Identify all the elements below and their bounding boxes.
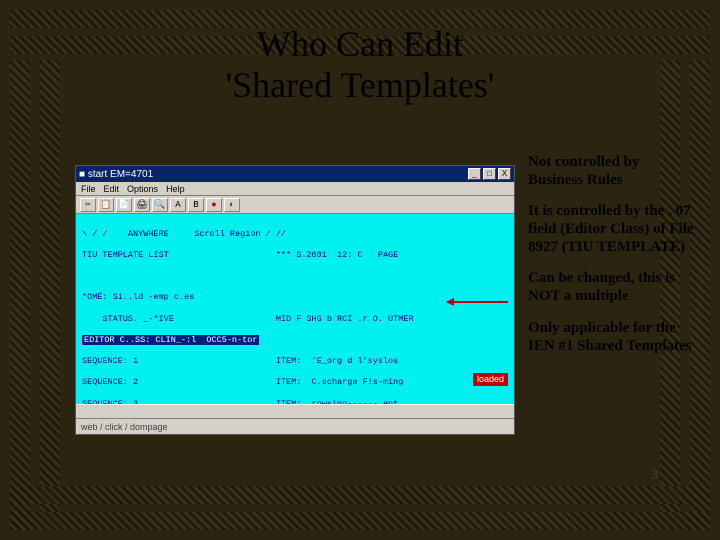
- terminal-line: SEQUENCE: 1 ITEM: 'E_org d l'syslos: [82, 356, 508, 367]
- title-line-1: Who Can Edit: [0, 24, 720, 65]
- terminal-line-highlighted: EDITOR C..SS: CLIN_-:l OCC5-n-tor: [82, 335, 508, 346]
- menu-file[interactable]: File: [81, 184, 96, 194]
- slide-title: Who Can Edit 'Shared Templates': [0, 24, 720, 107]
- cut-icon[interactable]: ✂: [80, 198, 96, 212]
- terminal-line: SEQUENCE: 2 ITEM: C.scharge F!s-ming: [82, 377, 508, 388]
- close-icon[interactable]: X: [498, 168, 511, 180]
- print-icon[interactable]: 🖨: [134, 198, 150, 212]
- bullet-item: Only applicable for the IEN #1 Shared Te…: [528, 320, 696, 355]
- title-line-2: 'Shared Templates': [0, 65, 720, 106]
- window-title: ■ start EM=4701: [79, 169, 153, 180]
- terminal-area: \ / / ANYWHERE Scroll Region / // TIU TE…: [76, 214, 514, 404]
- maximize-icon[interactable]: □: [483, 168, 496, 180]
- window-titlebar: ■ start EM=4701 _ □ X: [76, 166, 514, 182]
- callout-arrow: [446, 298, 508, 306]
- record-icon[interactable]: ●: [206, 198, 222, 212]
- window-statusbar-upper: [76, 404, 514, 418]
- bullet-list: Not controlled by Business Rules It is c…: [528, 154, 696, 369]
- find-icon[interactable]: 🔍: [152, 198, 168, 212]
- status-text: web / click / dompage: [81, 422, 168, 432]
- bullet-item: Can be changed, this is NOT a multiple: [528, 270, 696, 305]
- embedded-screenshot: ■ start EM=4701 _ □ X File Edit Options …: [75, 165, 515, 435]
- window-toolbar: ✂ 📋 📄 🖨 🔍 A B ● ◐: [76, 196, 514, 214]
- copy-icon[interactable]: 📄: [116, 198, 132, 212]
- terminal-header-2: TIU TEMPLATE LIST *** S.2001 12: C PAGE: [82, 250, 508, 261]
- window-menubar: File Edit Options Help: [76, 182, 514, 196]
- terminal-header-1: \ / / ANYWHERE Scroll Region / //: [82, 229, 508, 240]
- font-a-icon[interactable]: A: [170, 198, 186, 212]
- menu-options[interactable]: Options: [127, 184, 158, 194]
- terminal-line: *OMÉ: Si..ld -emp c.es: [82, 292, 508, 303]
- terminal-line: SEQUENCE: 3 ITEM: rowsing------ ent: [82, 399, 508, 404]
- status-icon[interactable]: ◐: [224, 198, 240, 212]
- paste-icon[interactable]: 📋: [98, 198, 114, 212]
- loaded-badge: loaded: [473, 373, 508, 386]
- font-b-icon[interactable]: B: [188, 198, 204, 212]
- bullet-item: Not controlled by Business Rules: [528, 154, 696, 189]
- window-statusbar: web / click / dompage: [76, 418, 514, 434]
- terminal-line: STATUS. _-*IVE MID F SHG b RCI .r O. UTM…: [82, 314, 508, 325]
- minimize-icon[interactable]: _: [468, 168, 481, 180]
- page-number: 3: [651, 468, 658, 484]
- menu-edit[interactable]: Edit: [104, 184, 120, 194]
- bullet-item: It is controlled by the . 07 field (Edit…: [528, 203, 696, 256]
- menu-help[interactable]: Help: [166, 184, 185, 194]
